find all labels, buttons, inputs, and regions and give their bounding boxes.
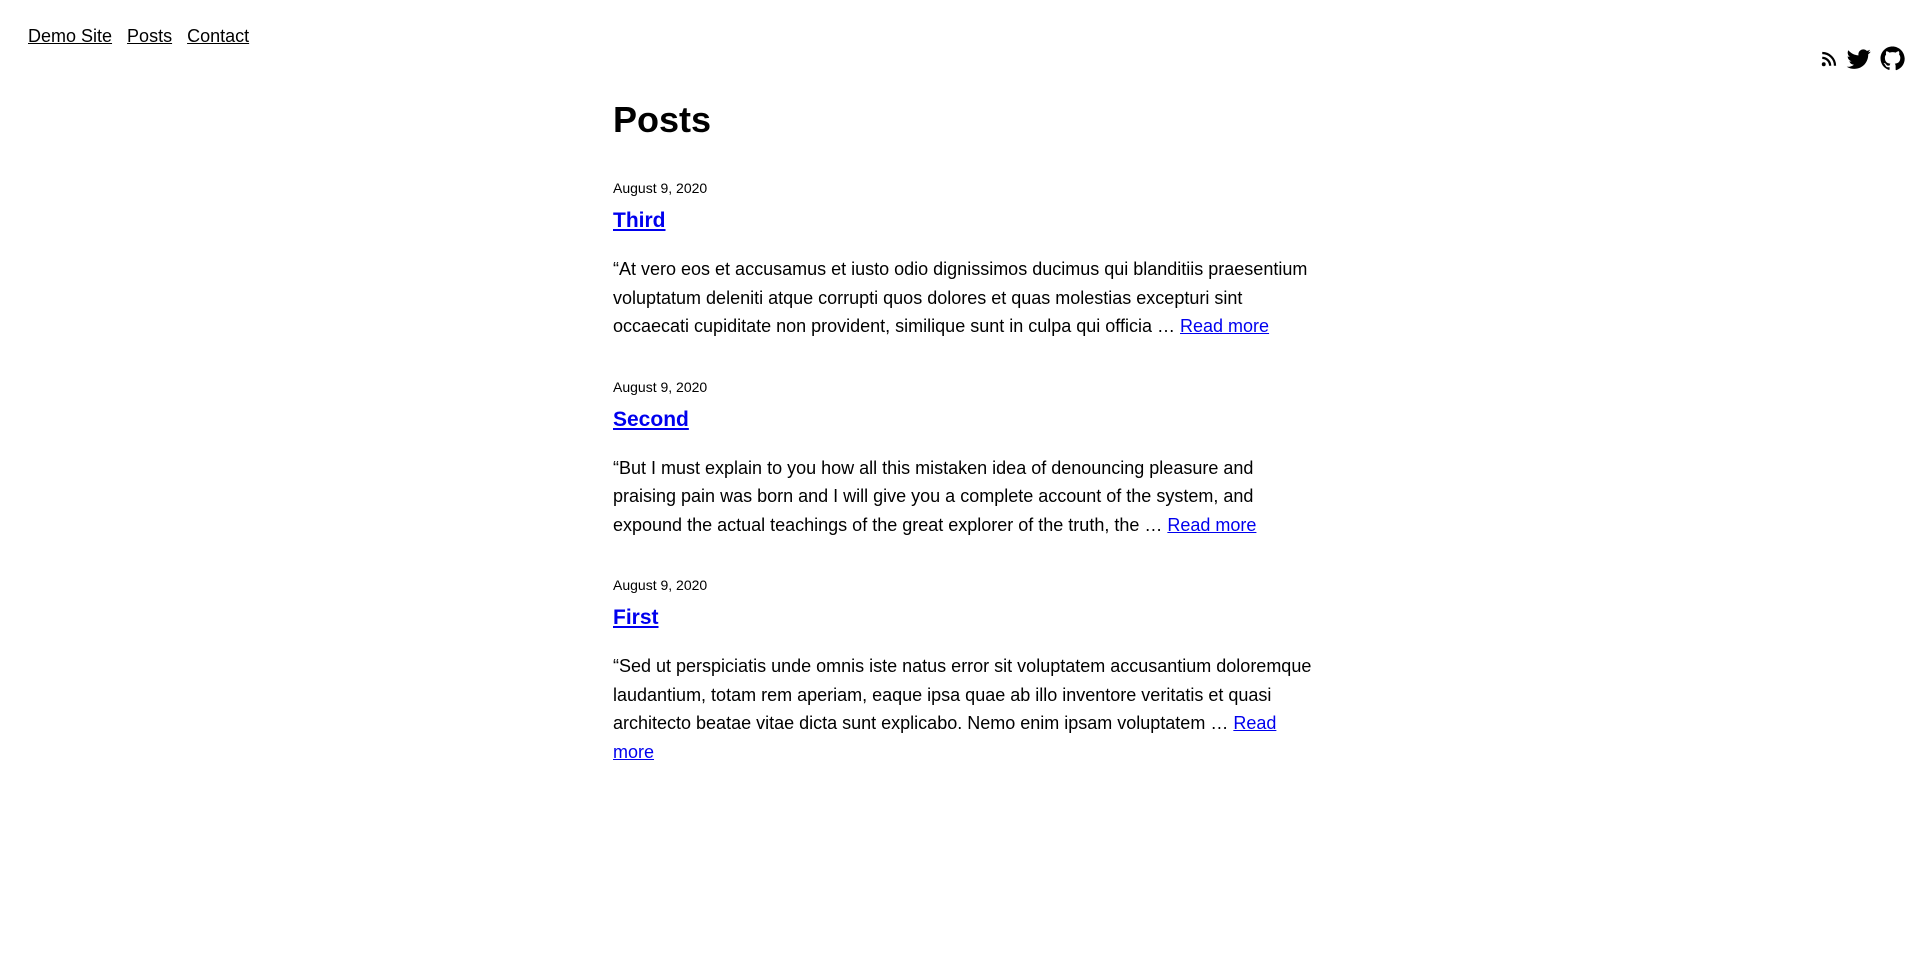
post-summary: “But I must explain to you how all this … xyxy=(613,454,1313,540)
post-item: August 9, 2020 First “Sed ut perspiciati… xyxy=(613,576,1313,766)
post-date: August 9, 2020 xyxy=(613,577,708,593)
post-item: August 9, 2020 Second “But I must explai… xyxy=(613,378,1313,540)
post-summary: “At vero eos et accusamus et iusto odio … xyxy=(613,255,1313,341)
page-title: Posts xyxy=(613,99,712,140)
post-title: Second xyxy=(613,407,1313,433)
read-more-link[interactable]: Read more xyxy=(1180,316,1269,336)
read-more-link[interactable]: Read more xyxy=(1167,515,1256,535)
post-summary-text: “Sed ut perspiciatis unde omnis iste nat… xyxy=(613,656,1312,733)
post-date: August 9, 2020 xyxy=(613,180,708,196)
post-title: First xyxy=(613,605,1313,631)
post-title-link[interactable]: Second xyxy=(613,408,689,431)
post-summary-text: “But I must explain to you how all this … xyxy=(613,457,1254,535)
post-title-link[interactable]: Third xyxy=(613,209,666,232)
twitter-icon[interactable] xyxy=(1846,47,1872,71)
rss-icon[interactable] xyxy=(1820,50,1838,68)
github-icon[interactable] xyxy=(1880,46,1905,71)
nav-link-posts[interactable]: Posts xyxy=(127,26,172,47)
main-content: Posts August 9, 2020 Third “At vero eos … xyxy=(613,96,1313,766)
site-nav: Demo Site Posts Contact xyxy=(28,26,249,47)
nav-link-contact[interactable]: Contact xyxy=(187,26,249,47)
nav-link-demo-site[interactable]: Demo Site xyxy=(28,26,112,47)
post-title-link[interactable]: First xyxy=(613,606,659,629)
post-title: Third xyxy=(613,208,1313,234)
social-links xyxy=(1820,46,1905,71)
post-date: August 9, 2020 xyxy=(613,378,708,395)
post-item: August 9, 2020 Third “At vero eos et acc… xyxy=(613,179,1313,341)
post-summary: “Sed ut perspiciatis unde omnis iste nat… xyxy=(613,652,1313,766)
